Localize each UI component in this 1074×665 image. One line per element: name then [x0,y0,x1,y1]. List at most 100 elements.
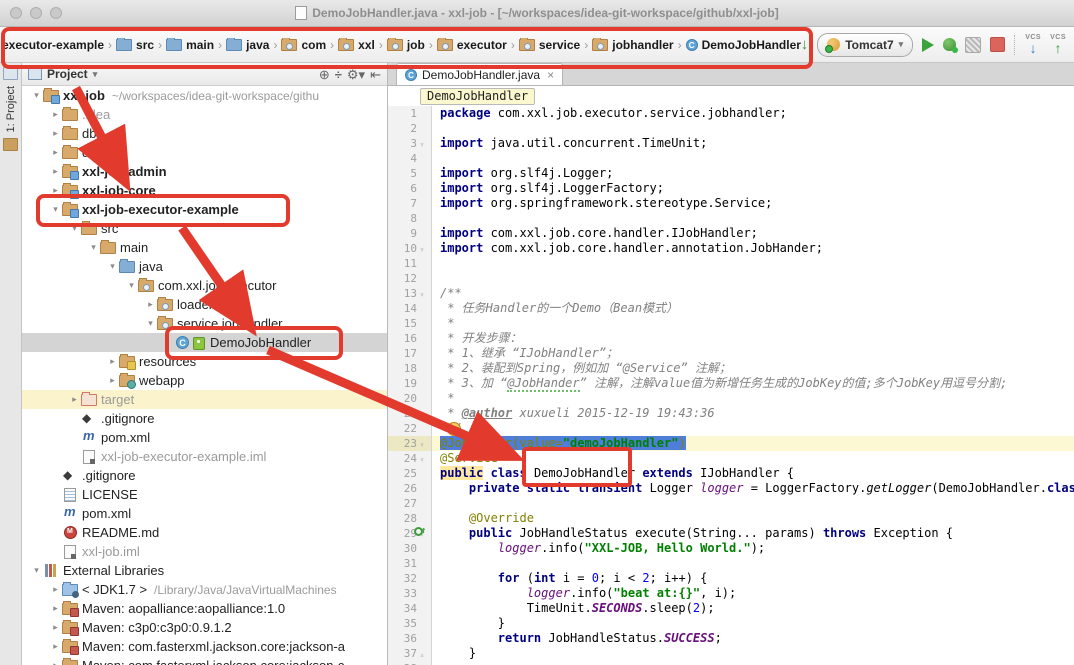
tree-expand-icon[interactable]: ▾ [144,318,157,329]
gutter-line-32[interactable]: 32 [388,571,432,586]
gutter-line-36[interactable]: 36 [388,631,432,646]
tree-row-xxl-job-iml[interactable]: xxl-job.iml [22,542,387,561]
editor-tab-demojobhandler[interactable]: C DemoJobHandler.java × [396,63,563,85]
tree-row-src[interactable]: ▾src [22,219,387,238]
class-breadcrumb-chip[interactable]: DemoJobHandler [420,88,535,105]
tree-row-webapp[interactable]: ▸webapp [22,371,387,390]
breadcrumb-item-executor[interactable]: executor [437,38,507,52]
breadcrumb-item-jobhandler[interactable]: jobhandler [592,38,673,52]
tree-row-db[interactable]: ▸db [22,124,387,143]
gutter-line-30[interactable]: 30 [388,541,432,556]
tree-row-doc[interactable]: ▸doc [22,143,387,162]
tree-row-java[interactable]: ▾java [22,257,387,276]
gutter-line-19[interactable]: 19 [388,376,432,391]
gutter-line-25[interactable]: 25 [388,466,432,481]
breadcrumb-item-service[interactable]: service [519,38,580,52]
code-line-12[interactable]: 12 [388,271,1074,286]
gutter-line-23[interactable]: 23▿ [388,436,432,451]
code-line-8[interactable]: 8 [388,211,1074,226]
gutter-line-11[interactable]: 11 [388,256,432,271]
code-line-30[interactable]: 30 logger.info("XXL-JOB, Hello World."); [388,541,1074,556]
tree-expand-icon[interactable]: ▾ [87,242,100,253]
breadcrumb-item-main[interactable]: main [166,38,214,52]
code-line-37[interactable]: 37▵ } [388,646,1074,661]
code-line-2[interactable]: 2 [388,121,1074,136]
gutter-line-12[interactable]: 12 [388,271,432,286]
code-line-15[interactable]: 15 * [388,316,1074,331]
gutter-line-16[interactable]: 16 [388,331,432,346]
tree-expand-icon[interactable]: ▸ [49,584,62,595]
code-line-34[interactable]: 34 TimeUnit.SECONDS.sleep(2); [388,601,1074,616]
zoom-window-button[interactable] [50,7,62,19]
gutter-line-7[interactable]: 7 [388,196,432,211]
gutter-line-18[interactable]: 18 [388,361,432,376]
code-line-33[interactable]: 33 logger.info("beat at:{}", i); [388,586,1074,601]
code-line-31[interactable]: 31 [388,556,1074,571]
minimize-window-button[interactable] [30,7,42,19]
gutter-line-29[interactable]: 29▿ [388,526,432,541]
tree-expand-icon[interactable]: ▸ [106,375,119,386]
tree-row-xxl-job-executor-example[interactable]: ▾xxl-job-executor-example [22,200,387,219]
code-line-29[interactable]: 29▿ public JobHandleStatus execute(Strin… [388,526,1074,541]
tree-row-com-xxl-job-executor[interactable]: ▾com.xxl.job.executor [22,276,387,295]
gutter-line-20[interactable]: 20 [388,391,432,406]
tree-row-xxl-job[interactable]: ▾xxl-job~/workspaces/idea-git-workspace/… [22,86,387,105]
tree-expand-icon[interactable]: ▾ [68,223,81,234]
override-method-icon[interactable] [414,527,423,536]
tree-expand-icon[interactable]: ▸ [49,622,62,633]
breadcrumb-item-src[interactable]: src [116,38,154,52]
tree-row-maven-com-fasterxml-jackson-core-jackson-c[interactable]: ▸Maven: com.fasterxml.jackson.core:jacks… [22,656,387,665]
gutter-line-31[interactable]: 31 [388,556,432,571]
code-line-35[interactable]: 35 } [388,616,1074,631]
gutter-line-26[interactable]: 26 [388,481,432,496]
debug-button[interactable] [943,38,956,51]
tree-row-xxl-job-core[interactable]: ▸xxl-job-core [22,181,387,200]
code-line-10[interactable]: 10▿import com.xxl.job.core.handler.annot… [388,241,1074,256]
gutter-line-27[interactable]: 27 [388,496,432,511]
gutter-line-15[interactable]: 15 [388,316,432,331]
code-line-23[interactable]: 23▿@JobHander(value="demoJobHandler") [388,436,1074,451]
tree-row-service-jobhandler[interactable]: ▾service.jobhandler [22,314,387,333]
gutter-line-1[interactable]: 1 [388,106,432,121]
tree-row-maven-com-fasterxml-jackson-core-jackson-a[interactable]: ▸Maven: com.fasterxml.jackson.core:jacks… [22,637,387,656]
vcs-commit-button[interactable]: VCS ↑ [1050,34,1066,55]
editor-body[interactable]: DemoJobHandler 1package com.xxl.job.exec… [388,86,1074,665]
code-line-28[interactable]: 28 @Override [388,511,1074,526]
tree-row-demojobhandler[interactable]: CDemoJobHandler [22,333,387,352]
tree-expand-icon[interactable]: ▾ [30,565,43,576]
collapse-all-icon[interactable]: ÷ [335,68,342,81]
code-line-9[interactable]: 9import com.xxl.job.core.handler.IJobHan… [388,226,1074,241]
gutter-line-13[interactable]: 13▿ [388,286,432,301]
gutter-line-17[interactable]: 17 [388,346,432,361]
gutter-line-33[interactable]: 33 [388,586,432,601]
tree-row-maven-aopalliance-aopalliance-1-0[interactable]: ▸Maven: aopalliance:aopalliance:1.0 [22,599,387,618]
code-line-19[interactable]: 19 * 3、加 “@JobHander” 注解，注解value值为新增任务生成… [388,376,1074,391]
code-line-25[interactable]: 25public class DemoJobHandler extends IJ… [388,466,1074,481]
gutter-line-22[interactable]: 22 [388,421,432,436]
gutter-line-34[interactable]: 34 [388,601,432,616]
run-configuration-select[interactable]: Tomcat7 ▾ [817,33,913,57]
navigate-down-icon[interactable]: ↓ [801,37,809,52]
tree-row-pom-xml[interactable]: pom.xml [22,504,387,523]
tree-expand-icon[interactable]: ▸ [49,166,62,177]
gutter-line-3[interactable]: 3▿ [388,136,432,151]
code-line-32[interactable]: 32 for (int i = 0; i < 2; i++) { [388,571,1074,586]
breadcrumb-item-job[interactable]: job [387,38,425,52]
gutter-line-9[interactable]: 9 [388,226,432,241]
breadcrumb-item-com[interactable]: com [281,38,326,52]
code-line-24[interactable]: 24▿@Service [388,451,1074,466]
tree-expand-icon[interactable]: ▸ [49,603,62,614]
code-line-27[interactable]: 27 [388,496,1074,511]
close-window-button[interactable] [10,7,22,19]
code-line-16[interactable]: 16 * 开发步骤： [388,331,1074,346]
tree-expand-icon[interactable]: ▾ [49,204,62,215]
tree-row-jdk1-7[interactable]: ▸< JDK1.7 >/Library/Java/JavaVirtualMach… [22,580,387,599]
tree-row-readme-md[interactable]: README.md [22,523,387,542]
tree-expand-icon[interactable]: ▸ [144,299,157,310]
tree-row-xxl-job-admin[interactable]: ▸xxl-job-admin [22,162,387,181]
gutter-line-2[interactable]: 2 [388,121,432,136]
gutter-line-21[interactable]: 21 [388,406,432,421]
tree-row-gitignore[interactable]: .gitignore [22,466,387,485]
tree-row-xxl-job-executor-example-iml[interactable]: xxl-job-executor-example.iml [22,447,387,466]
tree-row-target[interactable]: ▸target [22,390,387,409]
